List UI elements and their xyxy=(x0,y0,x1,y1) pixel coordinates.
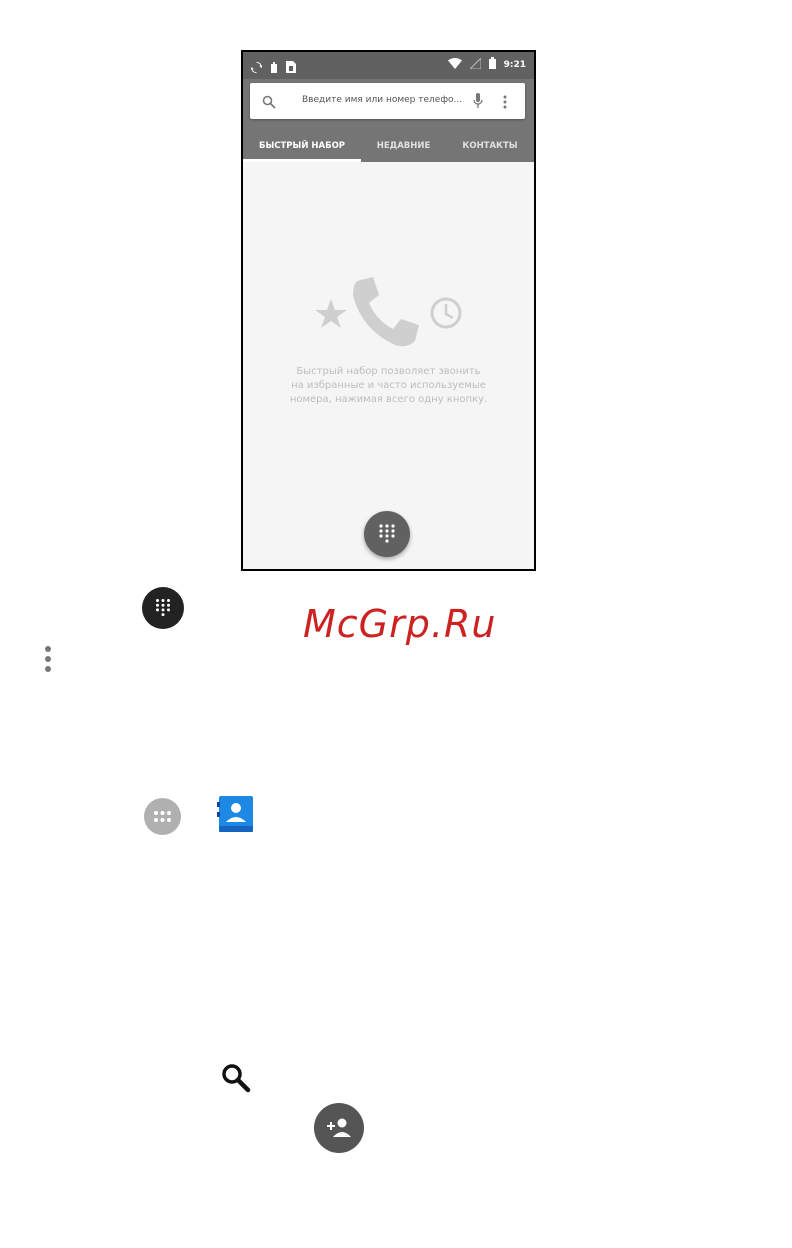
watermark: McGrp.Ru xyxy=(303,602,497,646)
battery-icon xyxy=(488,57,496,72)
add-contact-icon xyxy=(314,1103,364,1153)
star-icon xyxy=(315,299,347,328)
empty-text-line: на избранные и часто используемые xyxy=(291,380,486,391)
sim-icon xyxy=(286,58,296,77)
speed-dial-empty-illustration xyxy=(315,277,462,347)
search-box[interactable]: Введите имя или номер телефо... xyxy=(250,83,525,119)
phone-screenshot: 9:21 Введите имя или номер телефо... БЫС… xyxy=(241,50,536,571)
tab-contacts[interactable]: КОНТАКТЫ xyxy=(446,129,534,162)
app-bar: Введите имя или номер телефо... БЫСТРЫЙ … xyxy=(243,79,534,162)
search-placeholder[interactable]: Введите имя или номер телефо... xyxy=(302,95,462,105)
dialpad-icon xyxy=(142,587,184,629)
speed-dial-empty-text: Быстрый набор позволяет звонить на избра… xyxy=(243,365,534,407)
apps-icon xyxy=(144,798,181,835)
dialpad-icon xyxy=(379,524,395,543)
battery-small-icon xyxy=(270,58,278,77)
more-vert-icon[interactable] xyxy=(503,94,507,113)
sync-icon xyxy=(250,58,263,77)
empty-text-line: Быстрый набор позволяет звонить xyxy=(296,366,481,377)
contacts-app-icon xyxy=(217,796,255,838)
mic-icon[interactable] xyxy=(473,93,483,113)
empty-text-line: номера, нажимая всего одну кнопку. xyxy=(289,394,488,405)
status-bar: 9:21 xyxy=(243,52,534,79)
status-time: 9:21 xyxy=(503,59,526,70)
tab-speed-dial[interactable]: БЫСТРЫЙ НАБОР xyxy=(243,129,361,162)
wifi-icon xyxy=(447,57,462,72)
signal-icon xyxy=(468,56,482,72)
dialpad-fab[interactable] xyxy=(364,511,410,557)
tab-recents[interactable]: НЕДАВНИЕ xyxy=(361,129,446,162)
more-vert-icon xyxy=(44,645,52,679)
clock-icon xyxy=(430,297,462,329)
search-icon xyxy=(220,1062,252,1098)
tab-bar: БЫСТРЫЙ НАБОР НЕДАВНИЕ КОНТАКТЫ xyxy=(243,129,534,162)
search-icon[interactable] xyxy=(262,94,276,113)
phone-handset-icon xyxy=(353,277,419,347)
